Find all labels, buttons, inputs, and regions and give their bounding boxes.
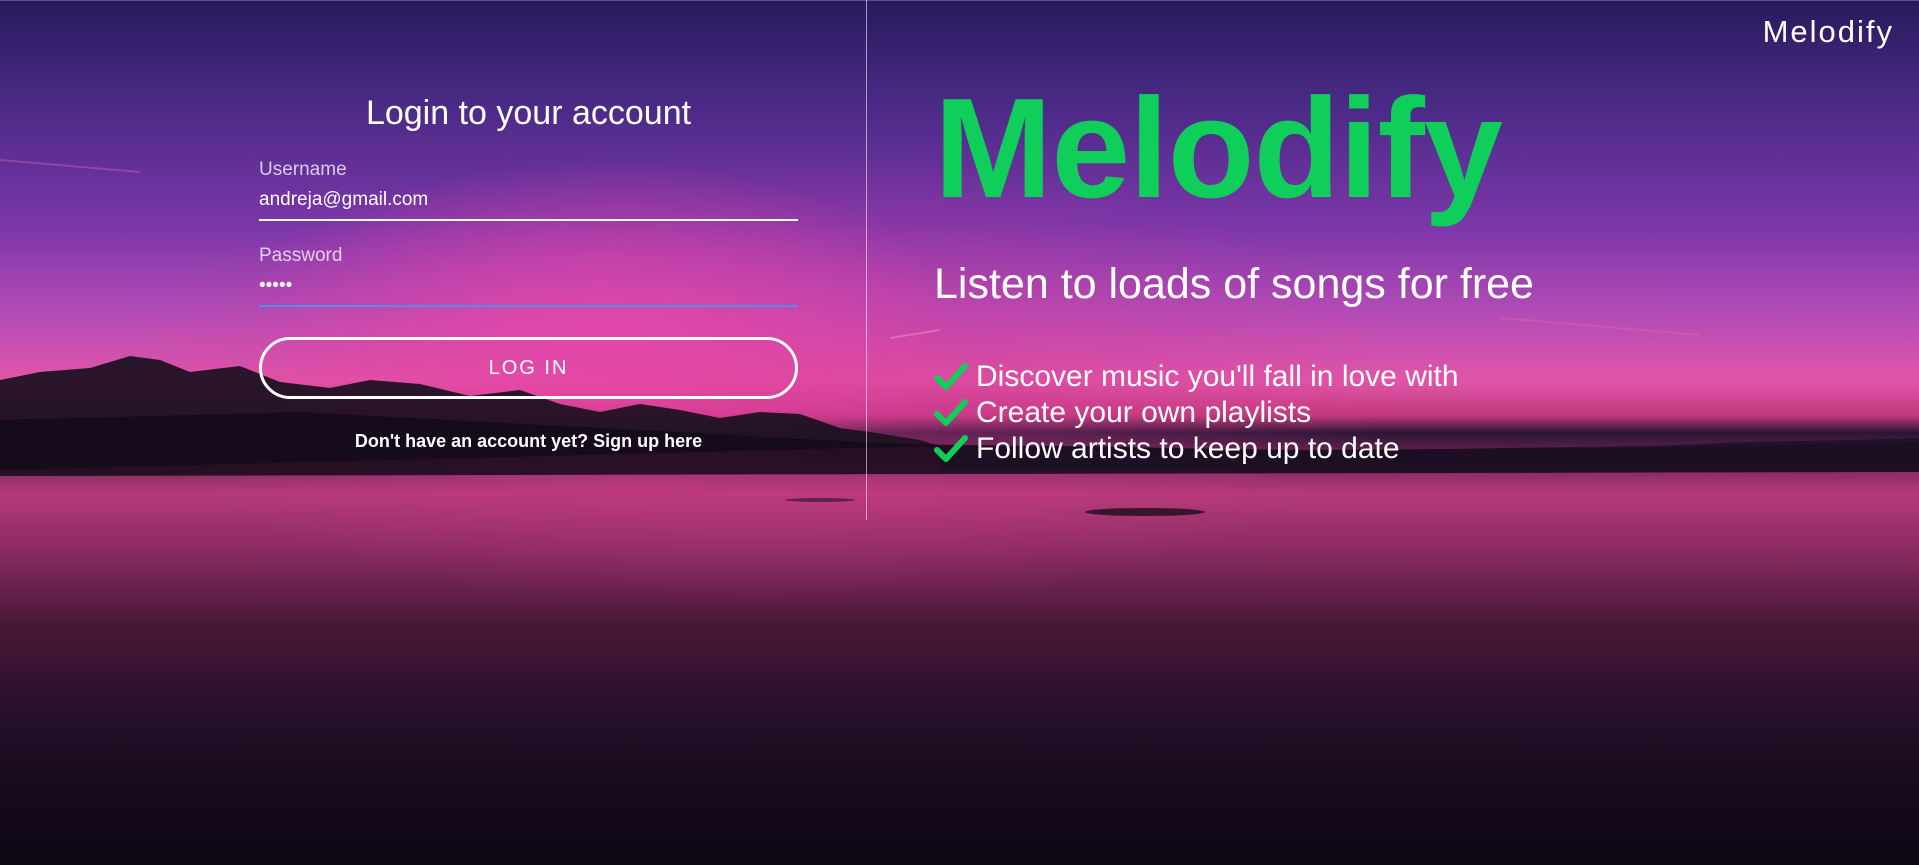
password-input[interactable] (259, 271, 798, 307)
vertical-divider (866, 0, 867, 520)
check-icon (934, 435, 968, 462)
password-field: Password (259, 245, 798, 307)
login-page: Melodify Login to your account Username … (0, 0, 1919, 865)
feature-label: Create your own playlists (976, 396, 1312, 429)
feature-label: Follow artists to keep up to date (976, 432, 1400, 465)
hero-section: Melodify Listen to loads of songs for fr… (934, 78, 1834, 467)
hero-subtitle: Listen to loads of songs for free (934, 260, 1534, 308)
header-brand[interactable]: Melodify (1763, 14, 1894, 50)
top-border (0, 0, 1919, 1)
login-form: Login to your account Username Password … (259, 90, 798, 452)
username-input[interactable] (259, 185, 798, 221)
username-label: Username (259, 159, 347, 180)
password-label: Password (259, 245, 343, 266)
feature-item: Create your own playlists (934, 395, 1834, 431)
hero-title: Melodify (934, 69, 1503, 228)
check-icon (934, 363, 968, 390)
signup-link[interactable]: Don't have an account yet? Sign up here (259, 431, 798, 452)
feature-list: Discover music you'll fall in love with … (934, 359, 1834, 467)
login-button[interactable]: LOG IN (259, 337, 798, 399)
feature-item: Follow artists to keep up to date (934, 431, 1834, 467)
login-title: Login to your account (365, 94, 692, 132)
username-field: Username (259, 159, 798, 221)
feature-label: Discover music you'll fall in love with (976, 360, 1459, 393)
feature-item: Discover music you'll fall in love with (934, 359, 1834, 395)
check-icon (934, 399, 968, 426)
